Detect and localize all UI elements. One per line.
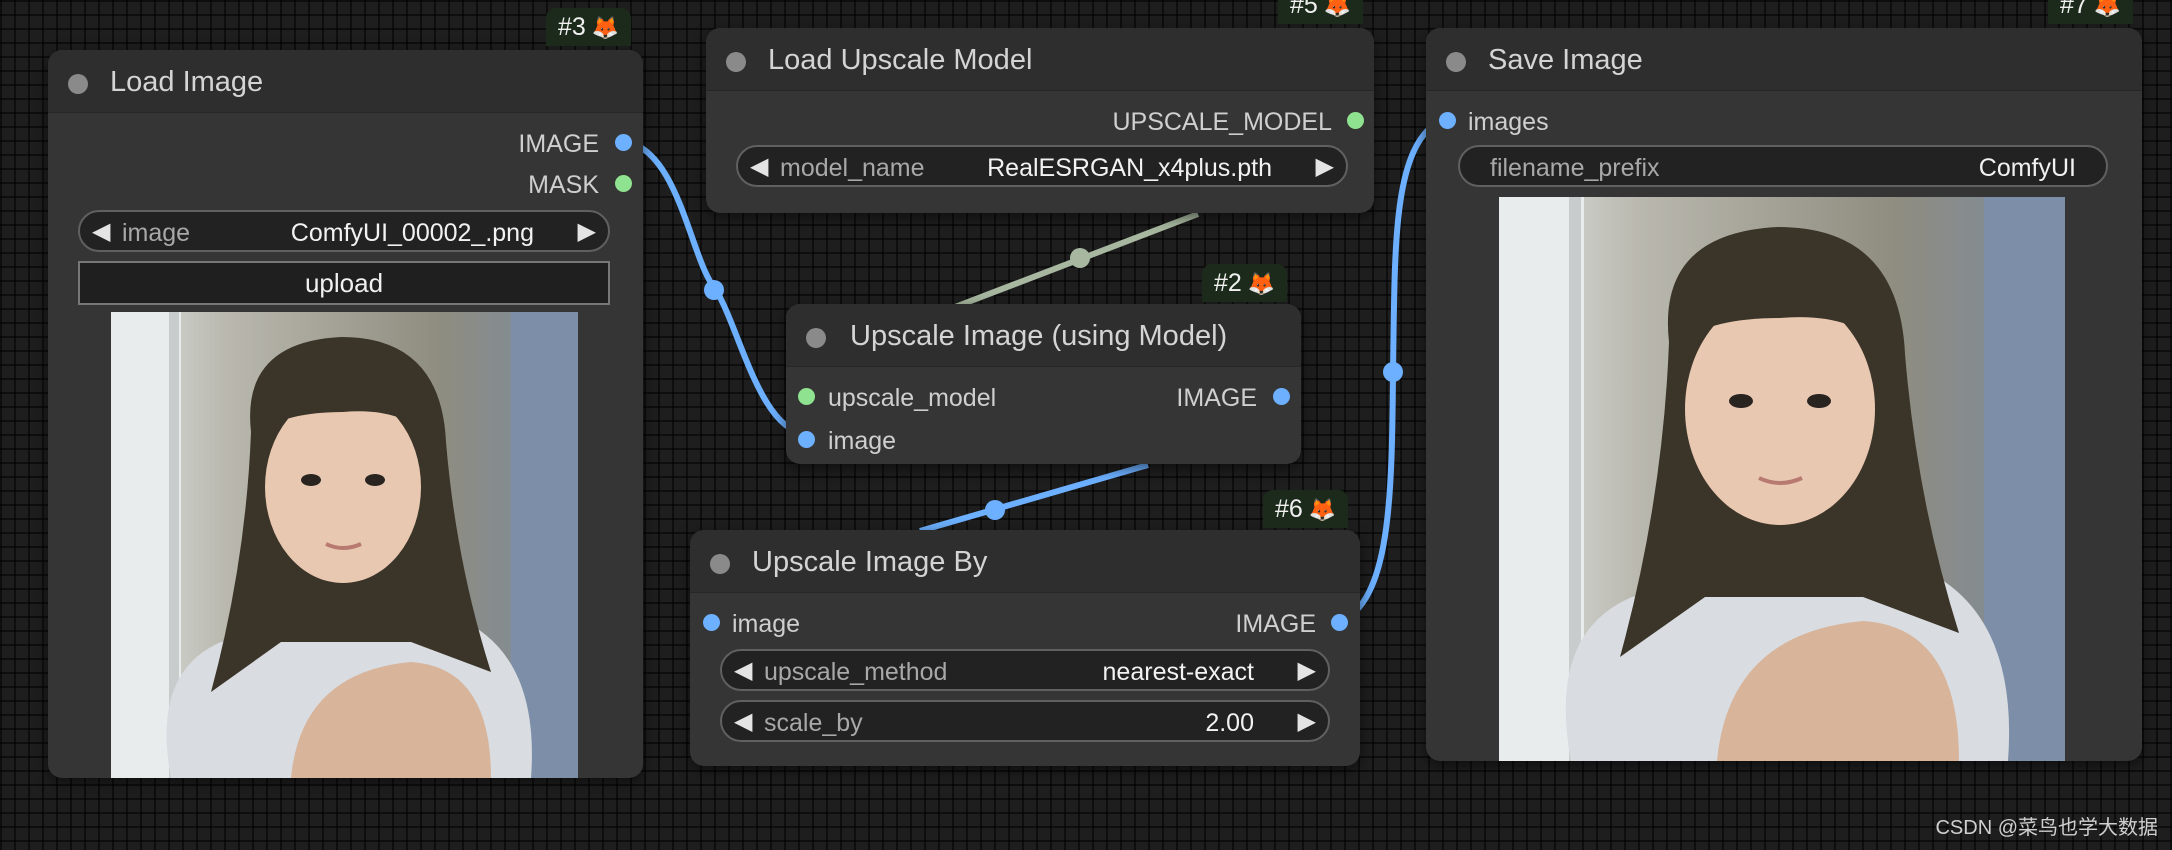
watermark: CSDN @菜鸟也学大数据	[1935, 817, 2158, 839]
widget-value: ComfyUI_00002_.png	[290, 219, 534, 247]
link-midpoint	[985, 500, 1005, 520]
link-midpoint	[704, 280, 724, 300]
link-midpoint	[1383, 362, 1403, 382]
upload-button[interactable]: upload	[78, 261, 610, 305]
upscale-by-node[interactable]: Upscale Image By image IMAGE ◀ upscale_m…	[690, 530, 1360, 766]
model-name-combo-widget[interactable]: ◀ model_name RealESRGAN_x4plus.pth ▶	[736, 145, 1348, 187]
widget-name: filename_prefix	[1490, 154, 1660, 182]
upscale-method-combo-widget[interactable]: ◀ upscale_method nearest-exact ▶	[720, 649, 1330, 691]
increment-arrow-icon[interactable]: ▶	[1298, 656, 1316, 685]
collapse-dot[interactable]	[1446, 52, 1466, 72]
input-slot-image[interactable]	[798, 431, 815, 448]
link-midpoint	[1070, 248, 1090, 268]
input-label-image: image	[828, 427, 897, 455]
upscale-with-model-node[interactable]: Upscale Image (using Model) upscale_mode…	[786, 304, 1301, 464]
output-slot-image[interactable]	[615, 134, 632, 151]
decrement-arrow-icon[interactable]: ◀	[750, 152, 768, 181]
portrait-photo	[111, 312, 578, 778]
widget-value: 2.00	[1205, 709, 1254, 737]
link-upscaled-to-upscale-by	[919, 462, 1149, 534]
node-title: Upscale Image (using Model)	[850, 320, 1228, 352]
saved-image-preview	[1499, 197, 2065, 761]
node-title-bar[interactable]: Load Image	[48, 50, 643, 113]
input-label-image: image	[732, 610, 801, 638]
node-title-bar[interactable]: Save Image	[1426, 28, 2142, 91]
increment-arrow-icon[interactable]: ▶	[1316, 152, 1334, 181]
input-slot-images[interactable]	[1439, 112, 1456, 129]
output-slot-image[interactable]	[1273, 388, 1290, 405]
increment-arrow-icon[interactable]: ▶	[578, 217, 596, 246]
node-title: Load Image	[110, 66, 264, 98]
node-title: Load Upscale Model	[768, 44, 1033, 76]
input-slot-upscale-model[interactable]	[798, 388, 815, 405]
widget-name: upscale_method	[764, 658, 948, 686]
output-label-upscale-model: UPSCALE_MODEL	[1112, 108, 1332, 136]
input-slot-image[interactable]	[703, 614, 720, 631]
output-slot-upscale-model[interactable]	[1347, 112, 1364, 129]
output-slot-mask[interactable]	[615, 175, 632, 192]
output-label-image: IMAGE	[1235, 610, 1316, 638]
output-label-image: IMAGE	[518, 130, 599, 158]
fox-icon: 🦊	[1323, 0, 1352, 18]
widget-name: model_name	[780, 154, 925, 182]
collapse-dot[interactable]	[806, 328, 826, 348]
input-label-images: images	[1468, 108, 1549, 136]
decrement-arrow-icon[interactable]: ◀	[734, 656, 752, 685]
decrement-arrow-icon[interactable]: ◀	[734, 707, 752, 736]
widget-value: nearest-exact	[1102, 658, 1254, 686]
output-slot-image[interactable]	[1331, 614, 1348, 631]
fox-icon: 🦊	[1247, 271, 1276, 296]
collapse-dot[interactable]	[68, 74, 88, 94]
load-image-node[interactable]: Load Image IMAGE MASK ◀ image ComfyUI_00…	[48, 50, 643, 778]
node-id-badge: #6 🦊	[1263, 490, 1349, 528]
widget-value: RealESRGAN_x4plus.pth	[987, 154, 1272, 182]
node-id-badge: #2 🦊	[1202, 264, 1288, 302]
node-id: #3	[558, 13, 586, 41]
node-id: #2	[1214, 269, 1242, 297]
save-image-node[interactable]: Save Image images filename_prefix ComfyU…	[1426, 28, 2142, 761]
preview-image	[111, 312, 578, 778]
node-id: #5	[1290, 0, 1318, 19]
scale-by-number-widget[interactable]: ◀ scale_by 2.00 ▶	[720, 700, 1330, 742]
node-title-bar[interactable]: Upscale Image By	[690, 530, 1360, 593]
image-combo-widget[interactable]: ◀ image ComfyUI_00002_.png ▶	[78, 210, 610, 252]
output-label-image: IMAGE	[1176, 384, 1257, 412]
node-id-badge: #7 🦊	[2048, 0, 2134, 24]
node-id: #7	[2060, 0, 2088, 19]
fox-icon: 🦊	[2093, 0, 2122, 18]
node-title-bar[interactable]: Load Upscale Model	[706, 28, 1374, 91]
node-id-badge: #5 🦊	[1278, 0, 1364, 24]
fox-icon: 🦊	[591, 15, 620, 40]
widget-value: ComfyUI	[1978, 154, 2076, 182]
node-title-bar[interactable]: Upscale Image (using Model)	[786, 304, 1301, 367]
increment-arrow-icon[interactable]: ▶	[1298, 707, 1316, 736]
node-id: #6	[1275, 495, 1303, 523]
decrement-arrow-icon[interactable]: ◀	[92, 217, 110, 246]
portrait-photo	[1499, 197, 2065, 761]
input-label-upscale-model: upscale_model	[828, 384, 997, 412]
widget-name: scale_by	[764, 709, 863, 737]
node-title: Upscale Image By	[752, 546, 988, 578]
output-label-mask: MASK	[528, 171, 599, 199]
node-title: Save Image	[1488, 44, 1643, 76]
fox-icon: 🦊	[1308, 497, 1337, 522]
node-id-badge: #3 🦊	[546, 8, 632, 46]
widget-name: image	[122, 219, 191, 247]
collapse-dot[interactable]	[726, 52, 746, 72]
collapse-dot[interactable]	[710, 554, 730, 574]
load-upscale-model-node[interactable]: Load Upscale Model UPSCALE_MODEL ◀ model…	[706, 28, 1374, 213]
filename-prefix-text-widget[interactable]: filename_prefix ComfyUI	[1458, 145, 2108, 187]
